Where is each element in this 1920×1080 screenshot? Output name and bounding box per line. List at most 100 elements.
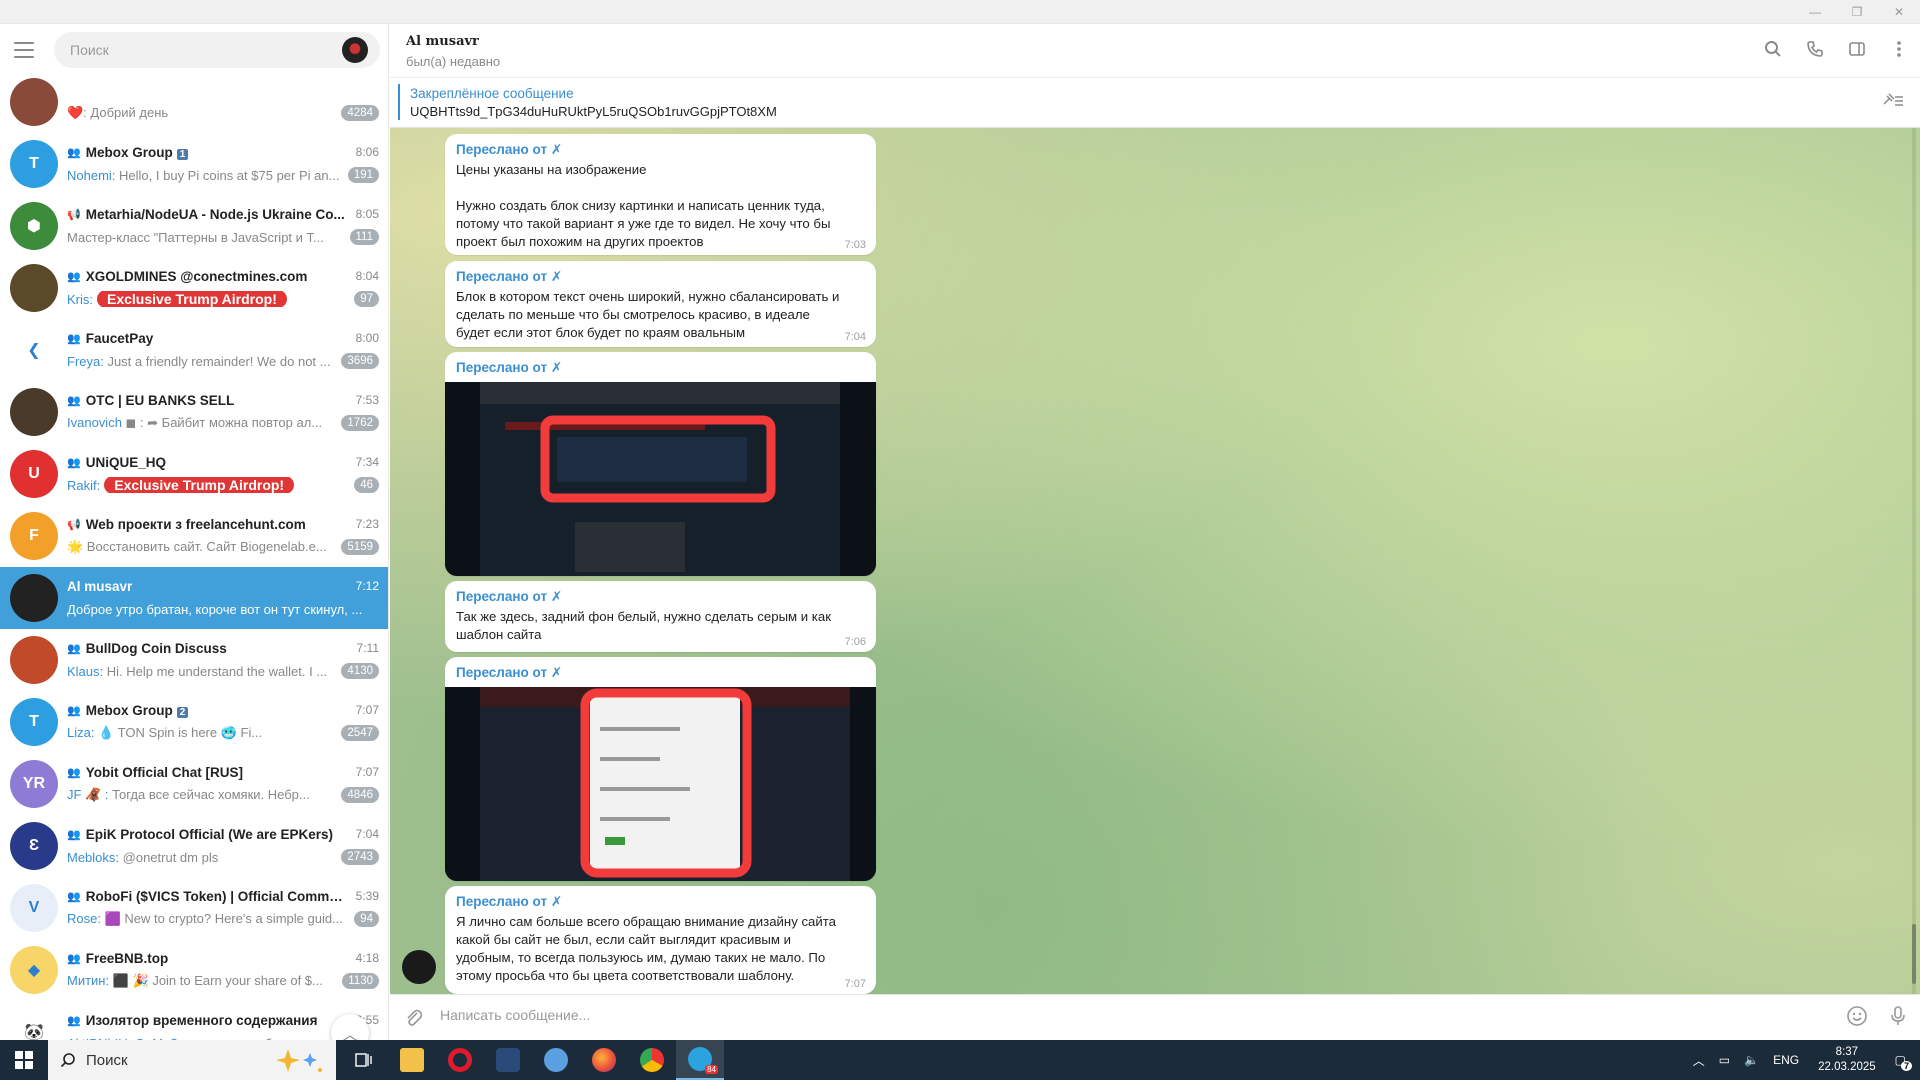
language-indicator[interactable]: ENG: [1773, 1053, 1799, 1067]
unread-badge: 191: [347, 167, 379, 183]
app-icon[interactable]: [484, 1040, 532, 1080]
message-bubble[interactable]: Переслано от ✗: [445, 352, 876, 576]
maximize-button[interactable]: ❐: [1836, 0, 1878, 24]
chat-name: Изолятор временного содержания: [85, 1012, 318, 1028]
taskbar-search-input[interactable]: [86, 1051, 285, 1069]
unread-badge: 2547: [341, 725, 379, 741]
unread-badge: 97: [354, 291, 379, 307]
group-icon: 👥: [67, 642, 81, 655]
chat-item[interactable]: F 📢 Web проекти з freelancehunt.com 7:23 🌟 В…: [0, 505, 388, 567]
chat-preview: Доброе утро братан, короче вот он тут ск…: [67, 602, 379, 617]
chat-item[interactable]: 👥 OTC | EU BANKS SELL 7:53 Ivanovich ◼ : ➦ …: [0, 381, 388, 443]
chat-preview-text: ◼ : ➦ Байбит можна повтор ал...: [121, 415, 323, 430]
taskbar-search[interactable]: [48, 1040, 336, 1080]
chat-item[interactable]: ◆ 👥 FreeBNB.top 4:18 Митин: ⬛ 🎉 Join to Earn…: [0, 939, 388, 1001]
chat-item[interactable]: 👥 BullDog Coin Discuss 7:11 Klaus: Hi. Help…: [0, 629, 388, 691]
chat-avatar: U: [10, 450, 58, 498]
opera-icon[interactable]: [436, 1040, 484, 1080]
task-view-icon[interactable]: [340, 1040, 388, 1080]
system-tray: ︿ ▭ 🔈 ENG 8:37 22.03.2025 ▢ 7: [1686, 1040, 1920, 1080]
chat-item[interactable]: T 👥 Mebox Group 1 8:06 Nohemi: Hello, I buy P…: [0, 133, 388, 195]
chat-avatar: T: [10, 140, 58, 188]
search-icon[interactable]: [1762, 38, 1784, 60]
search-box[interactable]: [54, 32, 380, 68]
chat-preview-text: 🟪 New to crypto? Here's a simple guid...: [100, 911, 343, 926]
chat-avatar: [10, 388, 58, 436]
chat-item[interactable]: T 👥 Mebox Group 2 7:07 Liza: 💧 TON Spin is he…: [0, 691, 388, 753]
phone-icon[interactable]: [1804, 38, 1826, 60]
chat-time: 8:06: [355, 145, 379, 159]
screenshot-image[interactable]: [445, 687, 876, 881]
forwarded-label[interactable]: Переслано от ✗: [456, 894, 865, 910]
emoji-icon[interactable]: [1846, 1005, 1868, 1033]
app-compass-icon[interactable]: [532, 1040, 580, 1080]
chat-time: 7:34: [355, 455, 379, 469]
chat-name: Al musavr: [67, 578, 133, 594]
peer-name[interactable]: Al musavr: [406, 34, 479, 49]
message-bubble[interactable]: Переслано от ✗ Блок в котором текст очен…: [445, 261, 876, 347]
pinned-message-bar[interactable]: Закреплённое сообщение UQBHTts9d_TpG34du…: [390, 78, 1920, 128]
attach-icon[interactable]: [404, 1007, 423, 1032]
pinned-list-icon[interactable]: [1882, 92, 1904, 113]
chat-sidebar: ❤️: Добрий день 4284 T 👥 Mebox Group 1 8:06 Noh…: [0, 24, 389, 1040]
chat-name: RoboFi ($VICS Token) | Official Communit…: [85, 888, 350, 904]
chat-item[interactable]: ❤️: Добрий день 4284: [0, 71, 388, 133]
microphone-icon[interactable]: [1890, 1005, 1906, 1033]
message-text: Цены указаны на изображение Нужно создат…: [456, 162, 831, 249]
minimize-button[interactable]: —: [1794, 0, 1836, 24]
firefox-icon[interactable]: [580, 1040, 628, 1080]
forwarded-label[interactable]: Переслано от ✗: [456, 665, 865, 681]
forwarded-label[interactable]: Переслано от ✗: [456, 360, 865, 376]
chevron-up-icon[interactable]: ︿: [1693, 1052, 1705, 1069]
unread-badge: 3696: [341, 353, 379, 369]
message-bubble[interactable]: Переслано от ✗: [445, 657, 876, 881]
screenshot-image[interactable]: [445, 382, 876, 576]
message-bubble[interactable]: Переслано от ✗ Цены указаны на изображен…: [445, 134, 876, 255]
chat-time: 7:04: [355, 827, 379, 841]
sidebar-toggle-icon[interactable]: [1846, 38, 1868, 60]
message-input[interactable]: [440, 1007, 1740, 1023]
start-button[interactable]: [0, 1040, 48, 1080]
chat-preview: Rose: 🟪 New to crypto? Here's a simple g…: [67, 911, 348, 927]
chrome-icon[interactable]: [628, 1040, 676, 1080]
file-explorer-icon[interactable]: [388, 1040, 436, 1080]
chat-preview-text: ❤️: Добрий день: [67, 105, 169, 120]
chat-preview-text: Мастер-класс "Паттерны в JavaScript и T.…: [67, 229, 324, 245]
chat-time: 8:05: [355, 207, 379, 221]
forwarded-label[interactable]: Переслано от ✗: [456, 269, 865, 285]
search-input[interactable]: [70, 42, 342, 58]
chat-item[interactable]: 👥 XGOLDMINES @conectmines.com 8:04 Kris: Exc…: [0, 257, 388, 319]
notifications-icon[interactable]: ▢ 7: [1895, 1053, 1912, 1071]
story-avatar[interactable]: [342, 37, 368, 63]
more-icon[interactable]: [1888, 38, 1910, 60]
clock[interactable]: 8:37 22.03.2025: [1818, 1045, 1876, 1075]
chat-avatar: [10, 264, 58, 312]
chat-avatar: [10, 636, 58, 684]
chat-preview-text: @onetrut dm pls: [119, 849, 219, 865]
chat-preview: Freya: Just a friendly remainder! We do …: [67, 354, 335, 369]
telegram-icon[interactable]: 84: [676, 1040, 724, 1080]
volume-icon[interactable]: 🔈: [1744, 1053, 1759, 1067]
message-bubble[interactable]: Переслано от ✗ Я лично сам больше всего …: [445, 886, 876, 994]
chat-item[interactable]: Ɛ 👥 EpiK Protocol Official (We are EPKers)…: [0, 815, 388, 877]
chat-item[interactable]: V 👥 RoboFi ($VICS Token) | Official Commun…: [0, 877, 388, 939]
chat-header: Al musavr был(а) недавно: [390, 24, 1920, 78]
peer-avatar[interactable]: [402, 950, 436, 984]
chat-item[interactable]: ❮ 👥 FaucetPay 8:00 Freya: Just a friendly re…: [0, 319, 388, 381]
close-button[interactable]: ✕: [1878, 0, 1920, 24]
scrollbar[interactable]: [1912, 128, 1916, 994]
chat-item[interactable]: ⬢ 📢 Metarhia/NodeUA - Node.js Ukraine Co..…: [0, 195, 388, 257]
chat-item[interactable]: U 👥 UNiQUE_HQ 7:34 Rakif: Exclusive Trump Air…: [0, 443, 388, 505]
chat-avatar: V: [10, 884, 58, 932]
pinned-text: UQBHTts9d_TpG34duHuRUktPyL5ruQSOb1ruvGGp…: [410, 104, 777, 119]
chat-sender: Freya:: [67, 353, 104, 369]
chat-name: UNiQUE_HQ: [85, 454, 166, 470]
chat-item[interactable]: YR 👥 Yobit Official Chat [RUS] 7:07 JF 🦧 : Т…: [0, 753, 388, 815]
forwarded-label[interactable]: Переслано от ✗: [456, 589, 865, 605]
menu-icon[interactable]: [14, 37, 40, 63]
forwarded-label[interactable]: Переслано от ✗: [456, 142, 865, 158]
network-icon[interactable]: ▭: [1719, 1053, 1730, 1067]
unread-badge: 94: [354, 911, 379, 927]
chat-item[interactable]: Al musavr 7:12 Доброе утро братан, короче …: [0, 567, 388, 629]
message-bubble[interactable]: Переслано от ✗ Так же здесь, задний фон …: [445, 581, 876, 652]
